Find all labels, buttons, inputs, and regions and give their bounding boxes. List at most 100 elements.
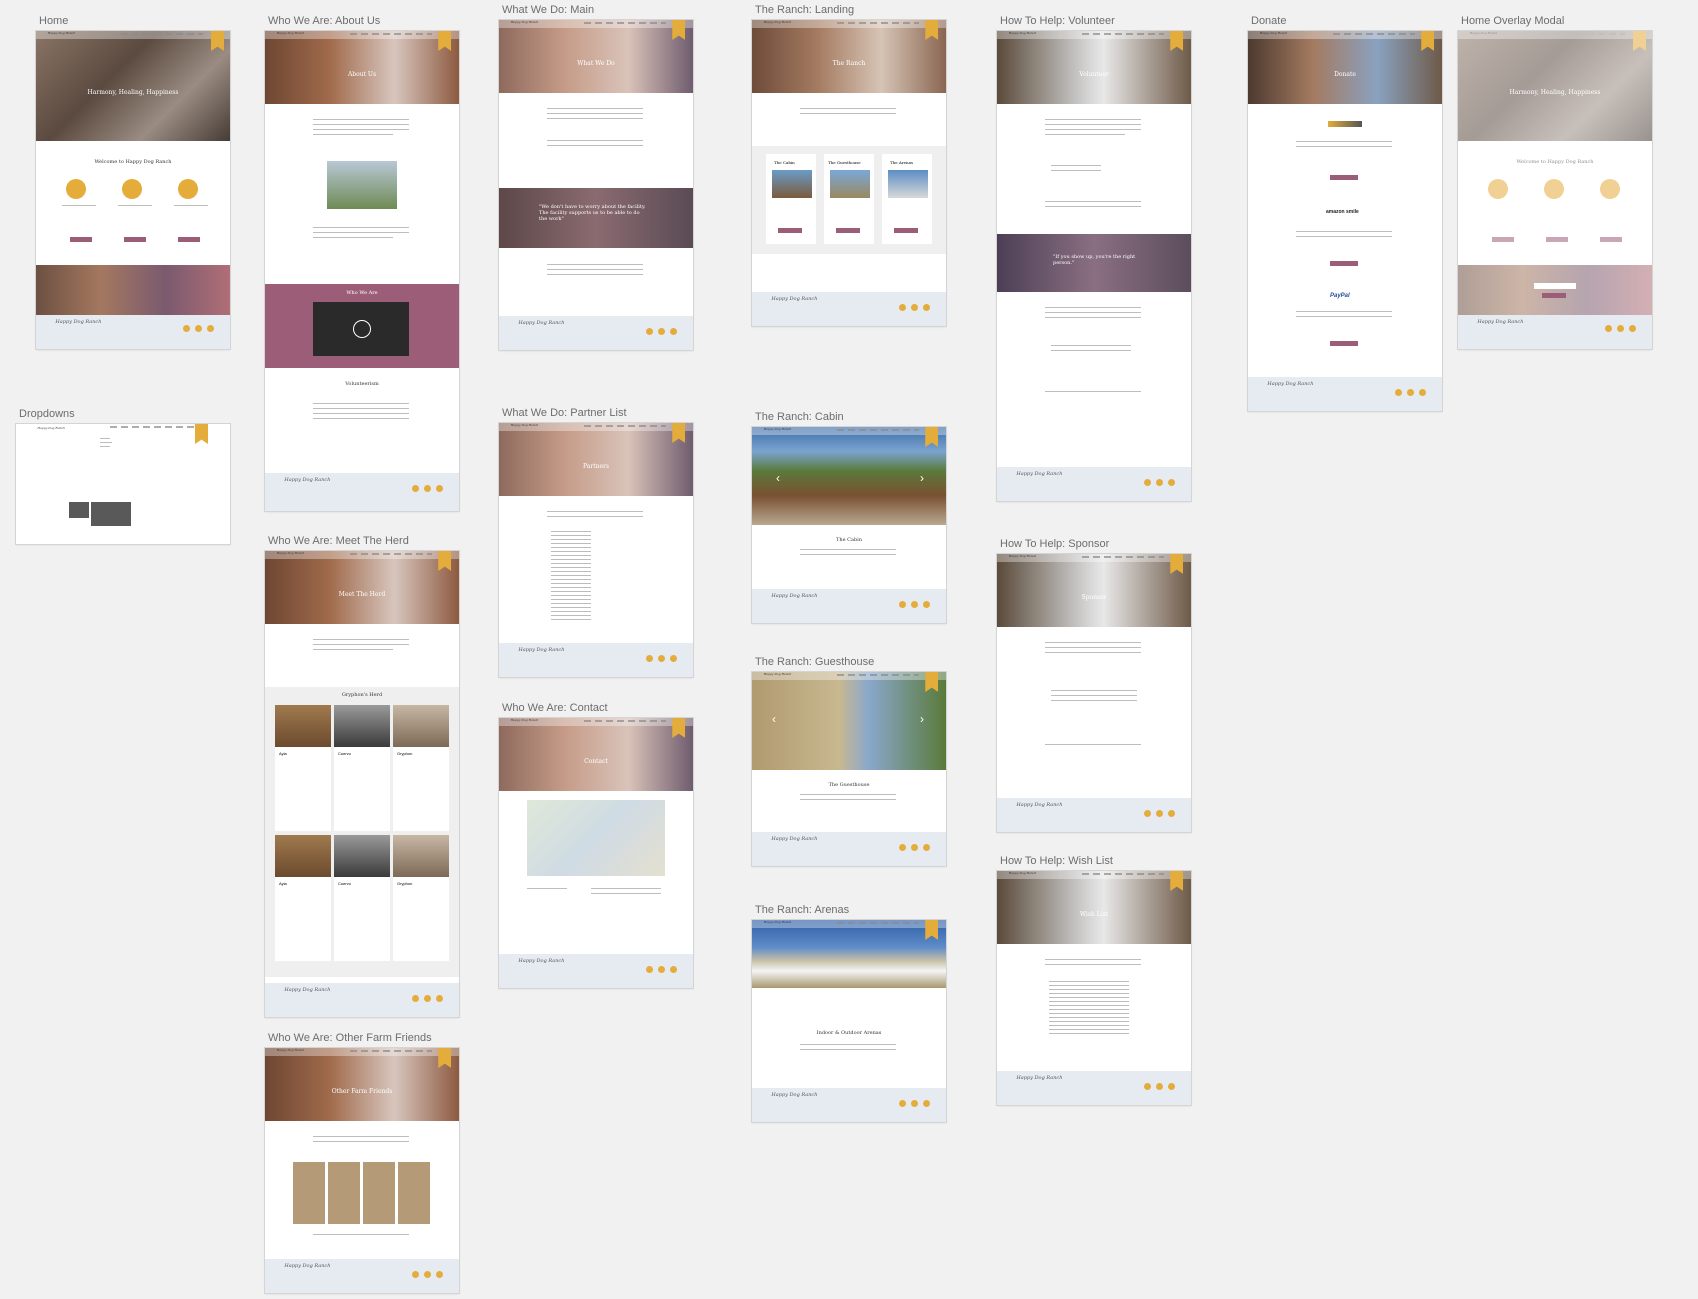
nav-logo[interactable]: Happy Dog Ranch [511, 718, 539, 722]
instagram-icon[interactable] [1156, 479, 1163, 486]
play-icon[interactable] [353, 320, 371, 338]
instagram-icon[interactable] [658, 328, 665, 335]
nav-logo[interactable]: Happy Dog Ranch [1009, 31, 1037, 35]
artboard-label[interactable]: Who We Are: Meet The Herd [268, 535, 409, 547]
chevron-right-icon[interactable]: › [920, 471, 924, 485]
nav-links[interactable] [1082, 556, 1164, 558]
email-icon[interactable] [1168, 1083, 1175, 1090]
nav-links[interactable] [584, 720, 666, 722]
artboard-home-overlay-modal[interactable]: Home Overlay Modal Harmony, Healing, Hap… [1458, 15, 1652, 349]
nav-links[interactable] [350, 553, 432, 555]
nav-logo[interactable]: Happy Dog Ranch [511, 20, 539, 24]
artboard-label[interactable]: The Ranch: Arenas [755, 904, 849, 916]
artboard-label[interactable]: Who We Are: Other Farm Friends [268, 1032, 432, 1044]
artboard-other-farm-friends[interactable]: Who We Are: Other Farm Friends Other Far… [265, 1032, 459, 1293]
instagram-icon[interactable] [424, 485, 431, 492]
email-icon[interactable] [1168, 810, 1175, 817]
artboard-home[interactable]: Home Harmony, Healing, Happiness Happy D… [36, 15, 230, 349]
nav-logo[interactable]: Happy Dog Ranch [277, 31, 305, 35]
instagram-icon[interactable] [911, 601, 918, 608]
chevron-left-icon[interactable]: ‹ [776, 471, 780, 485]
instagram-icon[interactable] [1617, 325, 1624, 332]
facebook-icon[interactable] [1395, 389, 1402, 396]
facebook-icon[interactable] [899, 844, 906, 851]
instagram-icon[interactable] [1407, 389, 1414, 396]
artboard-ranch-arenas[interactable]: The Ranch: Arenas Happy Dog Ranch Indoor… [752, 904, 946, 1122]
nav-logo[interactable]: Happy Dog Ranch [277, 551, 305, 555]
instagram-icon[interactable] [424, 1271, 431, 1278]
email-icon[interactable] [670, 966, 677, 973]
amazon-button[interactable] [1330, 261, 1358, 266]
nav-logo[interactable]: Happy Dog Ranch [48, 31, 76, 35]
email-icon[interactable] [436, 995, 443, 1002]
nav-logo[interactable]: Happy Dog Ranch [37, 426, 65, 430]
email-icon[interactable] [670, 328, 677, 335]
nav-links[interactable] [110, 426, 201, 428]
artboard-wish-list[interactable]: How To Help: Wish List Wish List Happy D… [997, 855, 1191, 1105]
nav-links[interactable] [1333, 33, 1415, 35]
dropdown-menu[interactable] [91, 502, 131, 526]
nav-logo[interactable]: Happy Dog Ranch [764, 20, 792, 24]
facebook-icon[interactable] [412, 1271, 419, 1278]
artboard-label[interactable]: How To Help: Volunteer [1000, 15, 1115, 27]
facebook-icon[interactable] [1144, 1083, 1151, 1090]
artboard-label[interactable]: What We Do: Partner List [502, 407, 627, 419]
email-icon[interactable] [923, 1100, 930, 1107]
artboard-label[interactable]: Who We Are: Contact [502, 702, 608, 714]
email-icon[interactable] [1419, 389, 1426, 396]
facebook-icon[interactable] [183, 325, 190, 332]
email-icon[interactable] [670, 655, 677, 662]
nav-links[interactable] [837, 922, 919, 924]
arenas-carousel[interactable] [752, 920, 946, 988]
artboard-label[interactable]: The Ranch: Cabin [755, 411, 844, 423]
artboard-dropdowns[interactable]: Dropdowns Happy Dog Ranch [16, 408, 230, 544]
nav-links[interactable] [584, 22, 666, 24]
facebook-icon[interactable] [899, 304, 906, 311]
donate-ribbon[interactable] [195, 424, 208, 444]
about-us-button[interactable] [70, 237, 92, 242]
nav-logo[interactable]: Happy Dog Ranch [277, 1048, 305, 1052]
artboard-label[interactable]: The Ranch: Guesthouse [755, 656, 874, 668]
email-icon[interactable] [923, 844, 930, 851]
artboard-label[interactable]: Donate [1251, 15, 1286, 27]
artboard-label[interactable]: Who We Are: About Us [268, 15, 380, 27]
facebook-icon[interactable] [1144, 810, 1151, 817]
nav-logo[interactable]: Happy Dog Ranch [1009, 554, 1037, 558]
paypal-button[interactable] [1330, 341, 1358, 346]
artboard-about-us[interactable]: Who We Are: About Us About Us Happy Dog … [265, 15, 459, 511]
nav-logo[interactable]: Happy Dog Ranch [764, 427, 792, 431]
nav-logo[interactable]: Happy Dog Ranch [764, 672, 792, 676]
artboard-meet-the-herd[interactable]: Who We Are: Meet The Herd Meet The Herd … [265, 535, 459, 1017]
learn-more-button[interactable] [836, 228, 860, 233]
email-icon[interactable] [436, 485, 443, 492]
email-icon[interactable] [923, 601, 930, 608]
nav-links[interactable] [837, 674, 919, 676]
dropdown-menu[interactable] [69, 502, 89, 518]
instagram-icon[interactable] [911, 304, 918, 311]
nav-links[interactable] [584, 425, 666, 427]
nav-links[interactable] [1082, 873, 1164, 875]
modal-submit-button[interactable] [1542, 293, 1566, 298]
nav-logo[interactable]: Happy Dog Ranch [511, 423, 539, 427]
instagram-icon[interactable] [658, 966, 665, 973]
artboard-ranch-cabin[interactable]: The Ranch: Cabin Happy Dog Ranch ‹ › The… [752, 411, 946, 623]
artboard-what-we-do-main[interactable]: What We Do: Main What We Do Happy Dog Ra… [499, 4, 693, 350]
artboard-label[interactable]: Home Overlay Modal [1461, 15, 1564, 27]
facebook-icon[interactable] [899, 601, 906, 608]
artboard-label[interactable]: Dropdowns [19, 408, 75, 420]
email-icon[interactable] [436, 1271, 443, 1278]
artboard-volunteer[interactable]: How To Help: Volunteer Volunteer Happy D… [997, 15, 1191, 501]
donate-button[interactable] [124, 237, 146, 242]
guesthouse-carousel[interactable] [752, 672, 946, 770]
the-ranch-button[interactable] [178, 237, 200, 242]
nav-logo[interactable]: Happy Dog Ranch [764, 920, 792, 924]
artboard-contact[interactable]: Who We Are: Contact Contact Happy Dog Ra… [499, 702, 693, 988]
facebook-icon[interactable] [1605, 325, 1612, 332]
artboard-sponsor[interactable]: How To Help: Sponsor Sponsor Happy Dog R… [997, 538, 1191, 832]
facebook-icon[interactable] [412, 995, 419, 1002]
facebook-icon[interactable] [646, 655, 653, 662]
nav-links[interactable] [350, 1050, 432, 1052]
nav-links[interactable] [121, 33, 203, 35]
artboard-ranch-guesthouse[interactable]: The Ranch: Guesthouse Happy Dog Ranch ‹ … [752, 656, 946, 866]
instagram-icon[interactable] [911, 1100, 918, 1107]
